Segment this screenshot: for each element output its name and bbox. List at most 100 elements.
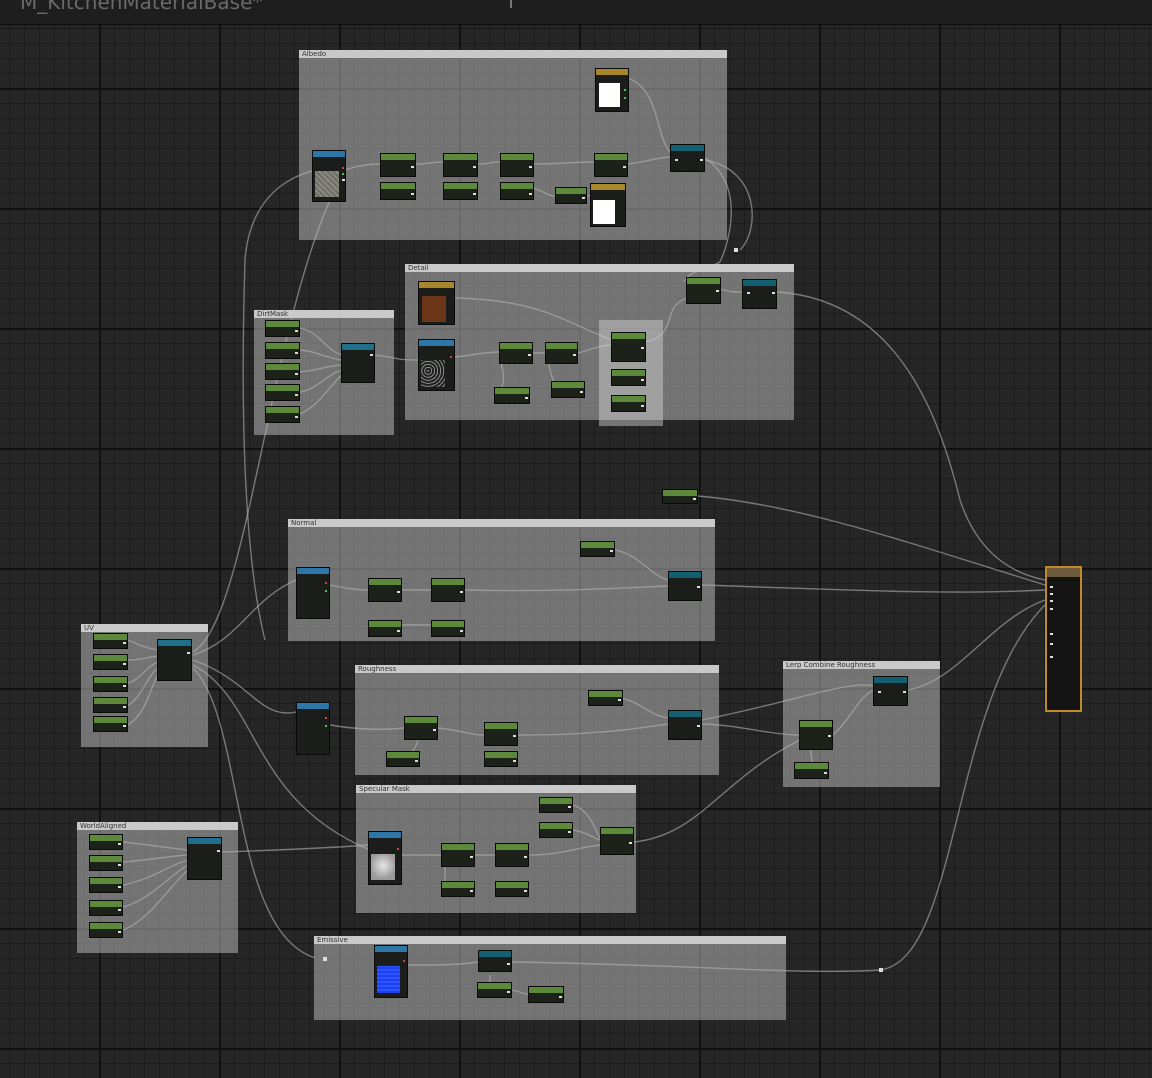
lerp-node[interactable] (500, 153, 534, 177)
texcoord-function-node[interactable] (157, 639, 192, 681)
comment-title: Detail (405, 264, 794, 272)
reroute-node[interactable] (734, 248, 738, 252)
scalar-param-node[interactable] (89, 834, 123, 850)
scalar-param-node[interactable] (484, 751, 518, 767)
multiply-node[interactable] (495, 843, 529, 867)
power-node[interactable] (484, 722, 518, 746)
lerp-node[interactable] (799, 720, 833, 750)
output-pin[interactable] (1050, 586, 1053, 588)
multiply-node[interactable] (545, 342, 578, 364)
texture-preview-speckle (421, 360, 445, 387)
comment-box-normal[interactable]: Normal (288, 519, 715, 641)
scalar-param-node[interactable] (495, 881, 529, 897)
texture-sample-node-roughness[interactable] (296, 702, 330, 755)
constant-color-node-white[interactable] (595, 68, 629, 112)
add-node[interactable] (594, 153, 628, 177)
scalar-param-node[interactable] (265, 406, 300, 423)
emissive-function-node[interactable] (478, 950, 512, 972)
lerp-node[interactable] (600, 827, 634, 855)
node-header (419, 282, 454, 288)
blend-function-node[interactable] (742, 279, 777, 309)
scalar-param-node[interactable] (89, 855, 123, 871)
scalar-param-node[interactable] (580, 541, 615, 557)
blend-normals-node[interactable] (668, 571, 702, 601)
scalar-param-node[interactable] (93, 697, 128, 713)
scalar-param-node[interactable] (380, 153, 416, 177)
multiply-node[interactable] (499, 342, 533, 364)
scalar-param-node[interactable] (89, 877, 123, 893)
reroute-node[interactable] (879, 968, 883, 972)
scalar-param-node[interactable] (555, 187, 587, 204)
scalar-param-node[interactable] (539, 797, 573, 813)
scalar-param-node[interactable] (662, 489, 698, 504)
scalar-param-node[interactable] (611, 395, 646, 412)
comment-title: Emissive (314, 936, 786, 944)
multiply-node[interactable] (443, 153, 478, 177)
scalar-param-node[interactable] (386, 751, 420, 767)
scalar-param-node[interactable] (588, 690, 623, 706)
node-header (375, 946, 407, 952)
scalar-param-node[interactable] (431, 620, 465, 637)
scalar-param-node[interactable] (89, 900, 123, 916)
texture-sample-node-detail[interactable] (418, 339, 455, 391)
comment-title: DirtMask (254, 310, 394, 318)
white-swatch-preview (599, 83, 620, 107)
reroute-node[interactable] (323, 957, 327, 961)
make-float-node[interactable] (341, 343, 375, 383)
lerp-function-node[interactable] (873, 676, 908, 706)
multiply-node[interactable] (368, 578, 402, 602)
scalar-param-node[interactable] (93, 676, 128, 692)
wire (776, 291, 1046, 581)
scalar-param-node[interactable] (368, 620, 402, 637)
scalar-param-node[interactable] (551, 381, 585, 398)
comment-title: Normal (288, 519, 715, 527)
multiply-node[interactable] (431, 578, 465, 602)
comment-title: Lerp Combine Roughness (783, 661, 940, 669)
scalar-param-node[interactable] (93, 654, 128, 670)
comment-title: WorldAligned (77, 822, 238, 830)
scalar-param-node[interactable] (477, 982, 512, 998)
scalar-param-node[interactable] (89, 922, 123, 938)
output-pin[interactable] (1050, 643, 1053, 645)
scalar-param-node[interactable] (265, 384, 300, 401)
scalar-param-node[interactable] (380, 182, 416, 200)
output-pin[interactable] (1050, 608, 1053, 610)
wire (701, 584, 1046, 593)
node-header (369, 832, 401, 838)
scalar-param-node[interactable] (443, 182, 478, 200)
scalar-param-node[interactable] (441, 881, 475, 897)
texture-sample-node-normal[interactable] (296, 567, 330, 619)
comment-box-albedo[interactable]: Albedo (299, 50, 727, 240)
scalar-param-node[interactable] (93, 716, 128, 732)
clamp-function-node[interactable] (668, 710, 702, 740)
scalar-param-node[interactable] (93, 633, 128, 649)
scalar-param-node[interactable] (265, 363, 300, 380)
output-pin[interactable] (1050, 593, 1053, 595)
texture-sample-node-emissive[interactable] (374, 945, 408, 998)
scalar-param-node[interactable] (500, 182, 534, 200)
multiply-node[interactable] (441, 843, 475, 867)
scalar-param-node[interactable] (494, 387, 530, 404)
lerp-node[interactable] (611, 332, 646, 362)
output-pin[interactable] (1050, 656, 1053, 658)
material-output-node[interactable] (1045, 566, 1082, 712)
scalar-param-node[interactable] (539, 822, 573, 838)
multiply-node[interactable] (404, 716, 438, 740)
constant-color-node-brown[interactable] (418, 281, 455, 325)
scalar-param-node[interactable] (611, 369, 646, 386)
constant-color-node-white-2[interactable] (590, 183, 626, 227)
scalar-param-node[interactable] (794, 762, 829, 779)
blend-function-node[interactable] (670, 144, 705, 172)
node-header (1047, 568, 1080, 577)
texture-sample-node-albedo[interactable] (312, 150, 346, 202)
scalar-param-node[interactable] (265, 320, 300, 337)
world-aligned-function-node[interactable] (187, 837, 222, 880)
add-node[interactable] (686, 277, 721, 304)
material-graph-canvas[interactable]: M_KitchenMaterialBase* Albedo Detail Dir… (0, 0, 1152, 1078)
texture-sample-node-specular[interactable] (368, 831, 402, 885)
multiply-node[interactable] (528, 986, 564, 1003)
texture-preview-blue (377, 966, 400, 993)
output-pin[interactable] (1050, 600, 1053, 602)
output-pin[interactable] (1050, 633, 1053, 635)
scalar-param-node[interactable] (265, 342, 300, 359)
